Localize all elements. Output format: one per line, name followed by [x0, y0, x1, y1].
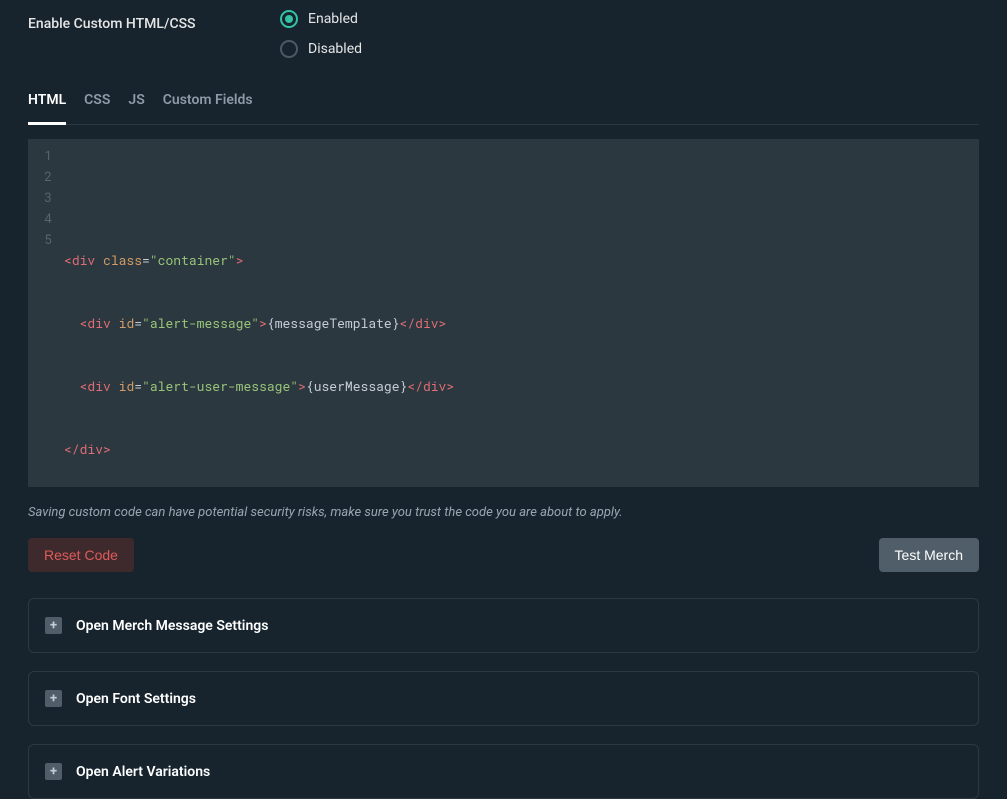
accordion-title: Open Alert Variations: [76, 764, 210, 780]
code-body: <div class="container"> <div id="alert-m…: [60, 139, 454, 487]
code-tabs: HTML CSS JS Custom Fields: [28, 82, 979, 125]
code-line-4: <div id="alert-user-message">{userMessag…: [64, 376, 454, 397]
test-merch-button[interactable]: Test Merch: [879, 538, 979, 572]
setting-label: Enable Custom HTML/CSS: [28, 10, 280, 32]
tab-css[interactable]: CSS: [84, 82, 110, 124]
accordion-merch-message[interactable]: + Open Merch Message Settings: [28, 598, 979, 653]
radio-enabled[interactable]: Enabled: [280, 10, 362, 28]
radio-icon: [280, 10, 298, 28]
tab-html[interactable]: HTML: [28, 82, 66, 125]
tab-custom-fields[interactable]: Custom Fields: [163, 82, 253, 124]
accordion-font-settings[interactable]: + Open Font Settings: [28, 671, 979, 726]
radio-icon: [280, 40, 298, 58]
reset-code-button[interactable]: Reset Code: [28, 538, 134, 572]
accordion-title: Open Font Settings: [76, 691, 196, 707]
accordion-title: Open Merch Message Settings: [76, 618, 268, 634]
plus-icon: +: [45, 763, 62, 780]
buttons-row: Reset Code Test Merch: [28, 538, 979, 572]
code-line-2: <div class="container">: [64, 250, 454, 271]
code-line-1: [64, 187, 454, 208]
radio-disabled[interactable]: Disabled: [280, 40, 362, 58]
accordion-alert-variations[interactable]: + Open Alert Variations: [28, 744, 979, 799]
code-editor[interactable]: 1 2 3 4 5 <div class="container"> <div i…: [28, 139, 979, 487]
plus-icon: +: [45, 617, 62, 634]
tab-js[interactable]: JS: [128, 82, 144, 124]
code-line-5: </div>: [64, 439, 454, 460]
radio-label: Enabled: [308, 11, 358, 27]
enable-custom-code-setting: Enable Custom HTML/CSS Enabled Disabled: [28, 10, 979, 58]
line-gutter: 1 2 3 4 5: [28, 139, 60, 487]
radio-group: Enabled Disabled: [280, 10, 362, 58]
plus-icon: +: [45, 690, 62, 707]
security-warning: Saving custom code can have potential se…: [28, 505, 979, 520]
code-line-3: <div id="alert-message">{messageTemplate…: [64, 313, 454, 334]
radio-label: Disabled: [308, 41, 362, 57]
